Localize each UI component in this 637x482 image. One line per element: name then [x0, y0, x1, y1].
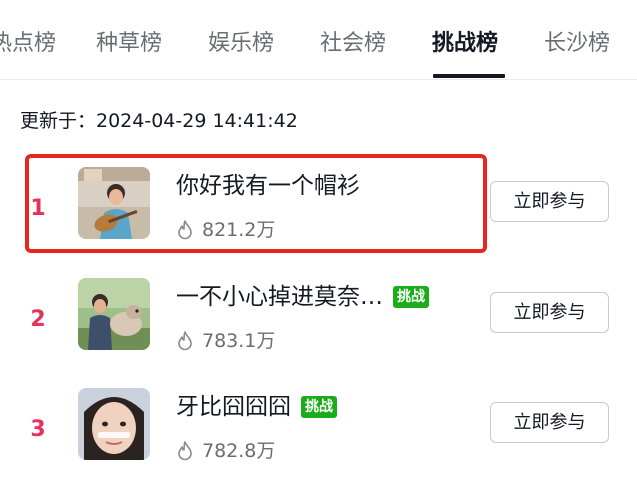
- list-item[interactable]: 2 一不小心掉进莫奈… 挑战 783.1万 立即参与: [0, 272, 637, 372]
- heat-value: 783.1万: [202, 330, 276, 352]
- join-button[interactable]: 立即参与: [490, 292, 609, 333]
- thumbnail-image: [78, 167, 150, 239]
- tab-seeding[interactable]: 种草榜: [96, 29, 162, 59]
- rank-number: 2: [30, 307, 46, 332]
- flame-icon: [176, 220, 194, 240]
- video-thumbnail[interactable]: [78, 278, 150, 350]
- heat-info: 783.1万: [176, 327, 275, 355]
- challenge-title[interactable]: 你好我有一个帽衫: [176, 170, 360, 202]
- rank-number: 1: [30, 196, 46, 221]
- update-time: 更新于：2024-04-29 14:41:42: [20, 110, 298, 132]
- rank-number: 3: [30, 417, 46, 442]
- title-line: 牙比囧囧囧 挑战: [176, 391, 337, 423]
- challenge-title[interactable]: 一不小心掉进莫奈…: [176, 281, 383, 313]
- video-thumbnail[interactable]: [78, 388, 150, 460]
- tab-changsha[interactable]: 长沙榜: [544, 29, 610, 59]
- thumbnail-image: [78, 278, 150, 350]
- challenge-badge: 挑战: [393, 286, 429, 308]
- tab-society[interactable]: 社会榜: [320, 29, 386, 59]
- heat-info: 821.2万: [176, 216, 275, 244]
- tab-hot[interactable]: 热点榜: [0, 29, 56, 59]
- active-tab-indicator: [433, 74, 505, 78]
- heat-value: 821.2万: [202, 219, 276, 241]
- challenge-title[interactable]: 牙比囧囧囧: [176, 391, 291, 423]
- tab-challenge[interactable]: 挑战榜: [432, 29, 498, 59]
- thumbnail-image: [78, 388, 150, 460]
- heat-info: 782.8万: [176, 437, 275, 465]
- flame-icon: [176, 441, 194, 461]
- flame-icon: [176, 331, 194, 351]
- title-line: 一不小心掉进莫奈… 挑战: [176, 281, 429, 313]
- heat-value: 782.8万: [202, 440, 276, 462]
- video-thumbnail[interactable]: [78, 167, 150, 239]
- list-item[interactable]: 3 牙比囧囧囧 挑战 782.8万 立即参与: [0, 382, 637, 482]
- title-line: 你好我有一个帽衫: [176, 170, 360, 202]
- join-button[interactable]: 立即参与: [490, 402, 609, 443]
- list-item[interactable]: 1 你好我有一个帽衫 821.2万 立即参与: [0, 161, 637, 261]
- tab-entertainment[interactable]: 娱乐榜: [208, 29, 274, 59]
- challenge-badge: 挑战: [301, 396, 337, 418]
- ranking-tabs: 热点榜 种草榜 娱乐榜 社会榜 挑战榜 长沙榜: [0, 0, 637, 80]
- join-button[interactable]: 立即参与: [490, 181, 609, 222]
